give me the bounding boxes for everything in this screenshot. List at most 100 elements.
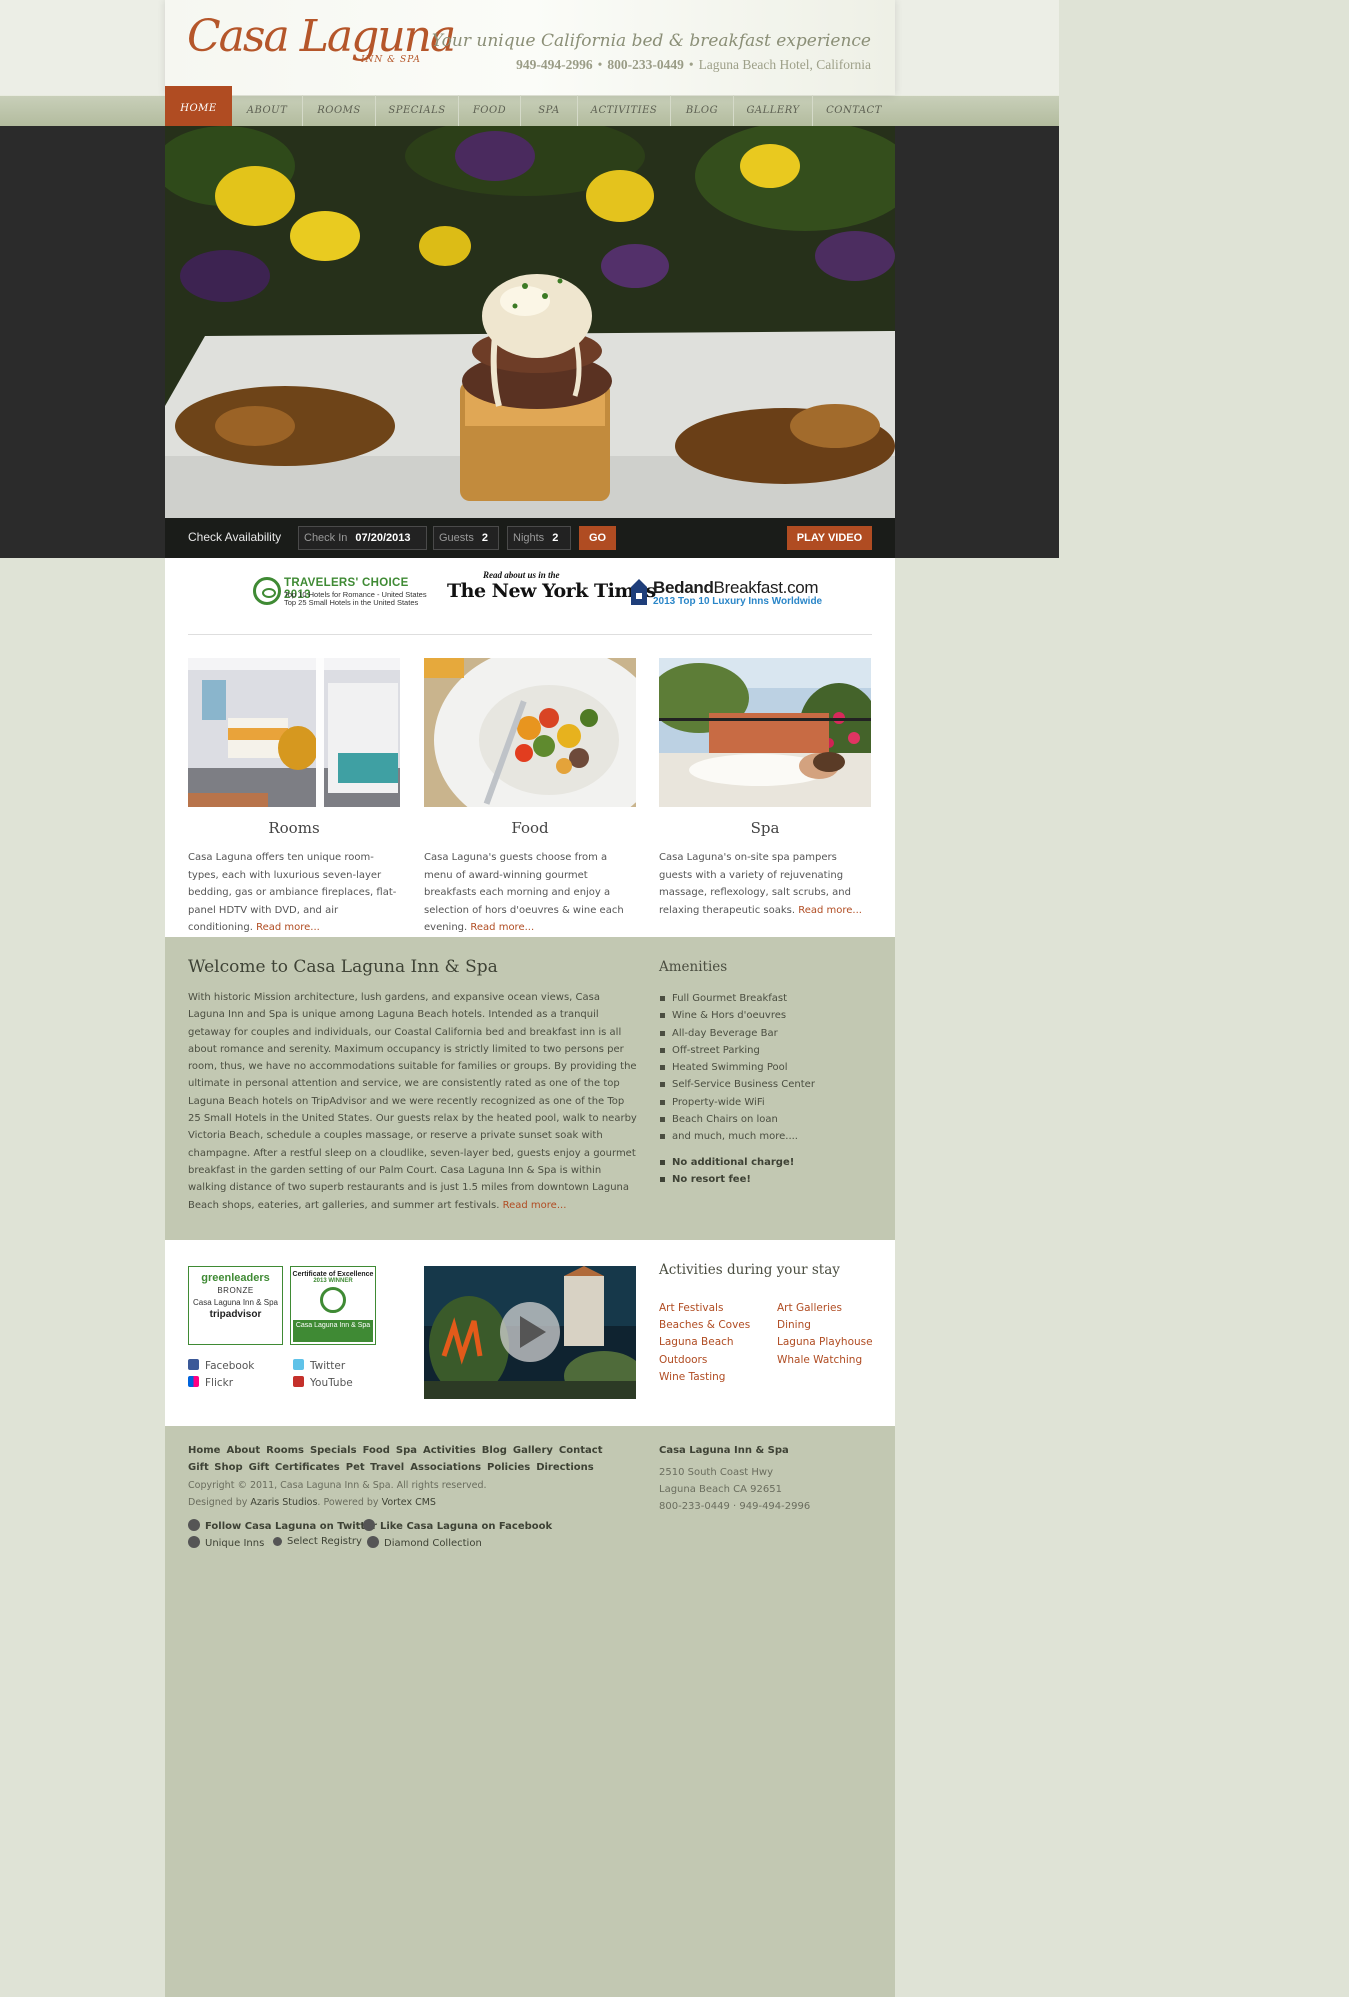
activity-link[interactable]: Outdoors xyxy=(659,1354,707,1366)
footer-link-directions[interactable]: Directions xyxy=(536,1462,594,1473)
food-title[interactable]: Food xyxy=(424,819,636,837)
welcome-read-more[interactable]: Read more... xyxy=(503,1200,567,1211)
availability-bar: Check Availability Check In 07/20/2013 Gu… xyxy=(165,518,895,558)
spa-image[interactable] xyxy=(659,658,871,807)
activity-link[interactable]: Whale Watching xyxy=(777,1354,862,1366)
bedandbreakfast-logo[interactable]: BedandBreakfast.com xyxy=(653,578,819,598)
footer-link-pet-travel[interactable]: Pet Travel xyxy=(346,1462,405,1473)
unique-inns[interactable]: Unique Inns xyxy=(188,1536,264,1549)
footer-link-rooms[interactable]: Rooms xyxy=(266,1445,304,1456)
amenities-list: Full Gourmet Breakfast Wine & Hors d'oeu… xyxy=(659,990,815,1146)
like-facebook[interactable]: Like Casa Laguna on Facebook xyxy=(363,1519,552,1532)
footer-link-gallery[interactable]: Gallery xyxy=(513,1445,553,1456)
nav-rooms[interactable]: ROOMS xyxy=(303,95,376,126)
select-registry-label[interactable]: Select Registry xyxy=(287,1536,362,1547)
activity-link[interactable]: Laguna Playhouse xyxy=(777,1336,873,1348)
guests-value[interactable]: 2 xyxy=(482,532,488,544)
coe-winner: 2013 WINNER xyxy=(313,1278,353,1284)
follow-twitter[interactable]: Follow Casa Laguna on Twitter xyxy=(188,1519,377,1532)
footer-link-home[interactable]: Home xyxy=(188,1445,220,1456)
activity-link[interactable]: Beaches & Coves xyxy=(659,1319,750,1331)
follow-twitter-label[interactable]: Follow Casa Laguna on Twitter xyxy=(205,1521,377,1532)
checkin-value[interactable]: 07/20/2013 xyxy=(355,532,410,544)
like-facebook-label[interactable]: Like Casa Laguna on Facebook xyxy=(380,1521,552,1532)
social-youtube[interactable]: YouTube xyxy=(293,1376,353,1389)
footer-link-gift-certificates[interactable]: Gift Certificates xyxy=(249,1462,340,1473)
phone-1[interactable]: 949-494-2996 xyxy=(516,57,593,72)
footer-link-food[interactable]: Food xyxy=(363,1445,390,1456)
rooms-read-more[interactable]: Read more... xyxy=(256,922,320,933)
welcome-section: Welcome to Casa Laguna Inn & Spa With hi… xyxy=(165,937,895,1240)
video-thumbnail[interactable] xyxy=(424,1266,636,1399)
nav-gallery[interactable]: GALLERY xyxy=(734,95,813,126)
rooms-image[interactable] xyxy=(188,658,400,807)
certificate-of-excellence-badge[interactable]: Certificate of Excellence 2013 WINNER Ca… xyxy=(290,1266,376,1345)
select-registry[interactable]: Select Registry xyxy=(273,1536,362,1547)
nav-home[interactable]: HOME xyxy=(165,86,232,126)
food-image[interactable] xyxy=(424,658,636,807)
footer-link-about[interactable]: About xyxy=(226,1445,260,1456)
facebook-icon xyxy=(188,1359,199,1370)
nav-contact[interactable]: CONTACT xyxy=(813,95,895,126)
footer-link-blog[interactable]: Blog xyxy=(482,1445,507,1456)
nav-activities[interactable]: ACTIVITIES xyxy=(578,95,671,126)
activity-link[interactable]: Art Galleries xyxy=(777,1302,842,1314)
youtube-label[interactable]: YouTube xyxy=(310,1377,353,1389)
social-facebook[interactable]: Facebook xyxy=(188,1359,254,1372)
nav-spa[interactable]: SPA xyxy=(521,95,578,126)
activity-link[interactable]: Laguna Beach xyxy=(659,1336,734,1348)
twitter-label[interactable]: Twitter xyxy=(310,1360,345,1372)
facebook-label[interactable]: Facebook xyxy=(205,1360,254,1372)
footer-link-policies[interactable]: Policies xyxy=(487,1462,530,1473)
spa-read-more[interactable]: Read more... xyxy=(798,905,862,916)
play-video-button[interactable]: PLAY VIDEO xyxy=(787,526,872,550)
designer-link[interactable]: Azaris Studios xyxy=(250,1497,317,1508)
nav-about[interactable]: ABOUT xyxy=(232,95,303,126)
amenity-note: No resort fee! xyxy=(659,1171,794,1188)
main-nav: HOME ABOUT ROOMS SPECIALS FOOD SPA ACTIV… xyxy=(165,86,895,126)
tripadvisor-award[interactable]: TRAVELERS' CHOICE 2013 Top 10 Hotels for… xyxy=(253,576,433,608)
footer-link-contact[interactable]: Contact xyxy=(559,1445,603,1456)
activity-link[interactable]: Wine Tasting xyxy=(659,1371,725,1383)
nyt-logo[interactable]: The New York Times xyxy=(447,580,656,602)
cms-link[interactable]: Vortex CMS xyxy=(382,1497,436,1508)
logo-subtitle: INN & SPA xyxy=(361,55,421,65)
activity-link[interactable]: Art Festivals xyxy=(659,1302,723,1314)
welcome-text: With historic Mission architecture, lush… xyxy=(188,989,638,1214)
tripadvisor-logo: tripadvisor xyxy=(209,1309,262,1320)
nights-field[interactable]: Nights 2 xyxy=(507,526,571,550)
rooms-title[interactable]: Rooms xyxy=(188,819,400,837)
nav-specials[interactable]: SPECIALS xyxy=(376,95,459,126)
go-button[interactable]: GO xyxy=(579,526,616,550)
footer-link-activities[interactable]: Activities xyxy=(423,1445,476,1456)
footer-link-spa[interactable]: Spa xyxy=(396,1445,417,1456)
footer-link-gift-shop[interactable]: Gift Shop xyxy=(188,1462,243,1473)
flickr-label[interactable]: Flickr xyxy=(205,1377,233,1389)
phone-2[interactable]: 800-233-0449 xyxy=(607,57,684,72)
checkin-field[interactable]: Check In 07/20/2013 xyxy=(298,526,427,550)
nav-blog[interactable]: BLOG xyxy=(671,95,734,126)
bb-rest: Breakfast.com xyxy=(713,578,819,597)
diamond-label[interactable]: Diamond Collection xyxy=(384,1538,482,1549)
greenleaders-badge[interactable]: greenleaders BRONZE Casa Laguna Inn & Sp… xyxy=(188,1266,283,1345)
amenity-item: Wine & Hors d'oeuvres xyxy=(659,1007,815,1024)
guests-field[interactable]: Guests 2 xyxy=(433,526,499,550)
address-line-2: Laguna Beach CA 92651 xyxy=(659,1484,782,1495)
rooms-description: Casa Laguna offers ten unique room-types… xyxy=(188,849,400,937)
diamond-icon xyxy=(367,1536,379,1548)
food-read-more[interactable]: Read more... xyxy=(470,922,534,933)
spa-title[interactable]: Spa xyxy=(659,819,871,837)
footer-link-specials[interactable]: Specials xyxy=(310,1445,357,1456)
contact-line: 949-494-2996 • 800-233-0449 • Laguna Beach H… xyxy=(516,57,871,73)
social-twitter[interactable]: Twitter xyxy=(293,1359,345,1372)
separator-dot: • xyxy=(597,57,603,72)
social-flickr[interactable]: Flickr xyxy=(188,1376,233,1389)
nights-value[interactable]: 2 xyxy=(552,532,558,544)
diamond-collection[interactable]: Diamond Collection xyxy=(367,1536,482,1549)
unique-inns-label[interactable]: Unique Inns xyxy=(205,1538,264,1549)
nav-food[interactable]: FOOD xyxy=(459,95,521,126)
separator-dot: • xyxy=(688,57,694,72)
activity-link[interactable]: Dining xyxy=(777,1319,811,1331)
footer-link-associations[interactable]: Associations xyxy=(410,1462,481,1473)
spa-description: Casa Laguna's on-site spa pampers guests… xyxy=(659,849,871,919)
